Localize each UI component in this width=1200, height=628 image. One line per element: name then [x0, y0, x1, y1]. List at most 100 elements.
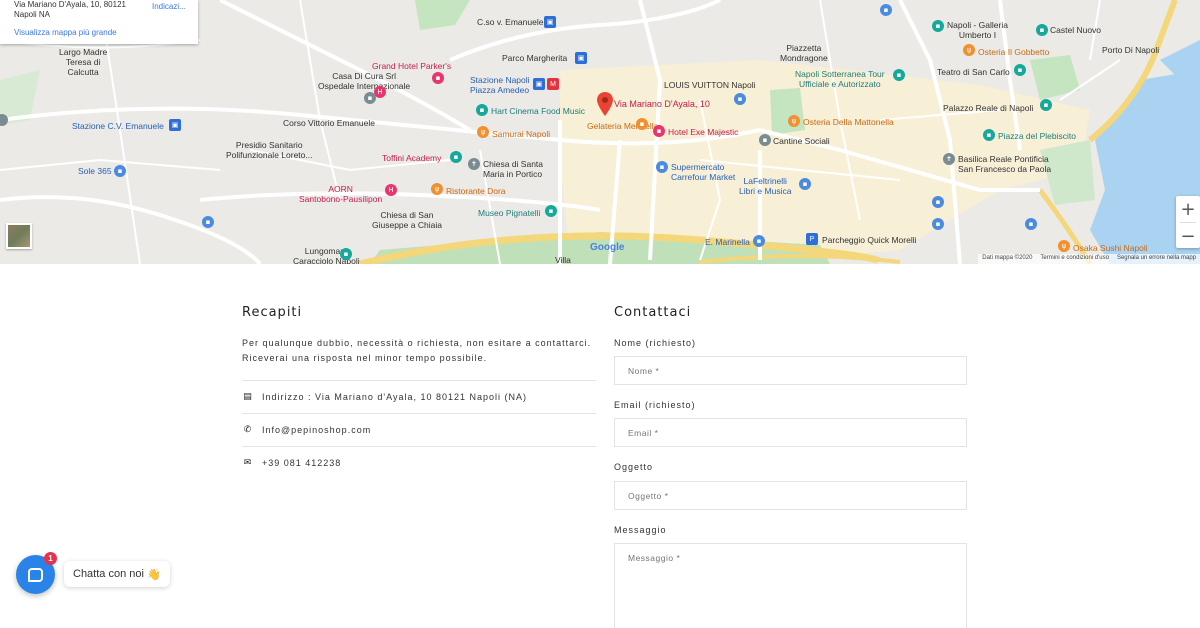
recapiti-title: Recapiti — [242, 305, 303, 320]
restaurant-icon[interactable]: ψ — [963, 44, 975, 56]
shopping-icon[interactable]: ▪ — [734, 93, 746, 105]
attraction-icon[interactable]: ▪ — [983, 129, 995, 141]
map-label-museo: Museo Pignatelli — [478, 208, 541, 218]
map-card-address-line2: Napoli NA — [14, 10, 51, 19]
map-label-hotel-exe: Hotel Exe Majestic — [668, 127, 739, 137]
map-label-galleria: Napoli - Galleria Umberto I — [947, 20, 1008, 40]
church-icon[interactable]: ✝ — [468, 158, 480, 170]
map-label-e-marinella: E. Marinella — [705, 237, 750, 247]
email-field[interactable] — [614, 418, 967, 447]
map-label-largo: Largo Madre Teresa di Calcutta — [59, 47, 108, 77]
map-label-piazzetta: Piazzetta Mondragone — [780, 43, 828, 63]
location-pin-icon[interactable] — [597, 92, 613, 116]
map-label-supermercato: Supermercato Carrefour Market — [671, 162, 736, 182]
map-label-lafeltrinelli: LaFeltrinelli Libri e Musica — [739, 176, 792, 196]
phone-row[interactable]: ✉ +39 081 412238 — [242, 446, 596, 479]
attraction-icon[interactable]: ▪ — [1014, 64, 1026, 76]
train-station-icon[interactable]: ▣ — [544, 16, 556, 28]
icecream-icon[interactable]: ▪ — [636, 118, 648, 130]
zoom-in-button[interactable]: + — [1176, 196, 1200, 222]
map-label-cantine: Cantine Sociali — [773, 136, 830, 146]
attraction-icon[interactable]: ▪ — [1040, 99, 1052, 111]
parking-icon[interactable]: P — [806, 233, 818, 245]
map-label-castel-nuovo: Castel Nuovo — [1050, 25, 1102, 35]
google-logo[interactable]: Google — [590, 242, 624, 253]
map-label-porto: Porto Di Napoli — [1102, 45, 1160, 55]
map-label-parco-margherita: Parco Margherita — [502, 53, 568, 63]
restaurant-icon[interactable]: ψ — [431, 183, 443, 195]
map-label-chiesa-giuseppe: Chiesa di San Giuseppe a Chiaia — [372, 210, 442, 230]
shopping-icon[interactable]: ▪ — [114, 165, 126, 177]
map-label-aorn: AORN Santobono-Pausilipon — [299, 184, 383, 204]
view-larger-map-link[interactable]: Visualizza mappa più grande — [14, 28, 117, 37]
shopping-icon[interactable]: ▪ — [202, 216, 214, 228]
map-label-stazione-amedeo: Stazione Napoli Piazza Amedeo — [470, 75, 530, 95]
email-row[interactable]: ✆ Info@pepinoshop.com — [242, 413, 596, 446]
map-footer: Dati mappa ©2020 Termini e condizioni d'… — [978, 254, 1200, 264]
street-view-thumbnail[interactable] — [6, 223, 32, 249]
map-data-attribution: Dati mappa ©2020 — [982, 255, 1033, 261]
address-text: Indirizzo : Via Mariano d'Ayala, 10 8012… — [262, 392, 528, 402]
email-label: Email (richiesto) — [614, 400, 696, 410]
restaurant-icon[interactable]: ψ — [788, 115, 800, 127]
attraction-icon[interactable]: ▪ — [340, 248, 352, 260]
shopping-icon[interactable]: ▪ — [1025, 218, 1037, 230]
map-label-toffini: Toffini Academy — [382, 153, 442, 163]
map-label-samurai: Samurai Napoli — [492, 129, 551, 139]
embedded-map[interactable]: Via Mariano D'Ayala, 10, 80121 Napoli NA… — [0, 0, 1200, 264]
museum-icon[interactable]: ▪ — [545, 205, 557, 217]
map-label-louis-vuitton: LOUIS VUITTON Napoli — [664, 80, 756, 90]
contattaci-title: Contattaci — [614, 305, 692, 320]
shopping-icon[interactable]: ▪ — [932, 196, 944, 208]
book-store-icon[interactable]: ▪ — [799, 178, 811, 190]
map-label-casa-di-cura: Casa Di Cura Srl Ospedale Internazionale — [318, 71, 411, 91]
map-label-stazione-cv: Stazione C.V. Emanuele — [72, 121, 164, 131]
hospital-icon[interactable]: H — [385, 184, 397, 196]
subject-field[interactable] — [614, 481, 967, 510]
shopping-cart-icon[interactable]: ▪ — [656, 161, 668, 173]
church-icon[interactable]: ✝ — [943, 153, 955, 165]
address-row: ▤ Indirizzo : Via Mariano d'Ayala, 10 80… — [242, 380, 596, 413]
map-pin-label: Via Mariano D'Ayala, 10 — [614, 99, 710, 109]
hotel-icon[interactable]: ▪ — [432, 72, 444, 84]
attraction-icon[interactable]: ▪ — [893, 69, 905, 81]
chat-bubble-icon — [28, 567, 43, 582]
metro-icon[interactable]: M — [547, 78, 559, 90]
train-station-icon[interactable]: ▣ — [533, 78, 545, 90]
message-field[interactable] — [614, 543, 967, 628]
map-label-piazza-plebiscito: Piazza del Plebiscito — [998, 131, 1076, 141]
map-info-card: Via Mariano D'Ayala, 10, 80121 Napoli NA… — [0, 0, 198, 44]
restaurant-icon[interactable]: ψ — [1058, 240, 1070, 252]
map-label-osteria-gobbetto: Osteria Il Gobbetto — [978, 47, 1050, 57]
phone-text[interactable]: +39 081 412238 — [262, 458, 341, 468]
place-icon[interactable]: ▪ — [364, 92, 376, 104]
chat-tooltip[interactable]: Chatta con noi 👋 — [64, 561, 170, 587]
map-card-address-line1: Via Mariano D'Ayala, 10, 80121 — [14, 0, 126, 9]
recapiti-intro-line2: Riceverai una risposta nel minor tempo p… — [242, 353, 488, 363]
hotel-icon[interactable]: ▪ — [653, 125, 665, 137]
map-zoom-control[interactable]: + − — [1176, 196, 1200, 248]
restaurant-icon[interactable]: ψ — [477, 126, 489, 138]
map-directions-link[interactable]: Indicazi... — [152, 2, 186, 11]
attraction-icon[interactable]: ▪ — [932, 20, 944, 32]
train-station-icon[interactable]: ▣ — [169, 119, 181, 131]
map-label-grand-hotel: Grand Hotel Parker's — [372, 61, 452, 71]
shopping-icon[interactable]: ▪ — [880, 4, 892, 16]
school-icon[interactable]: ▪ — [450, 151, 462, 163]
map-report-error-link[interactable]: Segnala un errore nella mapp — [1117, 255, 1196, 263]
shopping-icon[interactable]: ▪ — [932, 218, 944, 230]
place-icon[interactable]: ▪ — [759, 134, 771, 146]
zoom-out-button[interactable]: − — [1176, 223, 1200, 249]
attraction-icon[interactable]: ▪ — [1036, 24, 1048, 36]
name-field[interactable] — [614, 356, 967, 385]
chat-tooltip-text: Chatta con noi — [73, 568, 144, 580]
map-label-corso-vittorio: Corso Vittorio Emanuele — [283, 118, 375, 128]
shopping-icon[interactable]: ▪ — [753, 235, 765, 247]
chat-unread-badge: 1 — [44, 552, 57, 565]
train-station-icon[interactable]: ▣ — [575, 52, 587, 64]
map-label-presidio: Presidio Sanitario Polifunzionale Loreto… — [226, 140, 313, 160]
venue-icon[interactable]: ▪ — [476, 104, 488, 116]
email-text[interactable]: Info@pepinoshop.com — [262, 425, 371, 435]
map-label-osaka: Osaka Sushi Napoli — [1073, 243, 1148, 253]
map-terms-link[interactable]: Termini e condizioni d'uso — [1040, 255, 1109, 263]
